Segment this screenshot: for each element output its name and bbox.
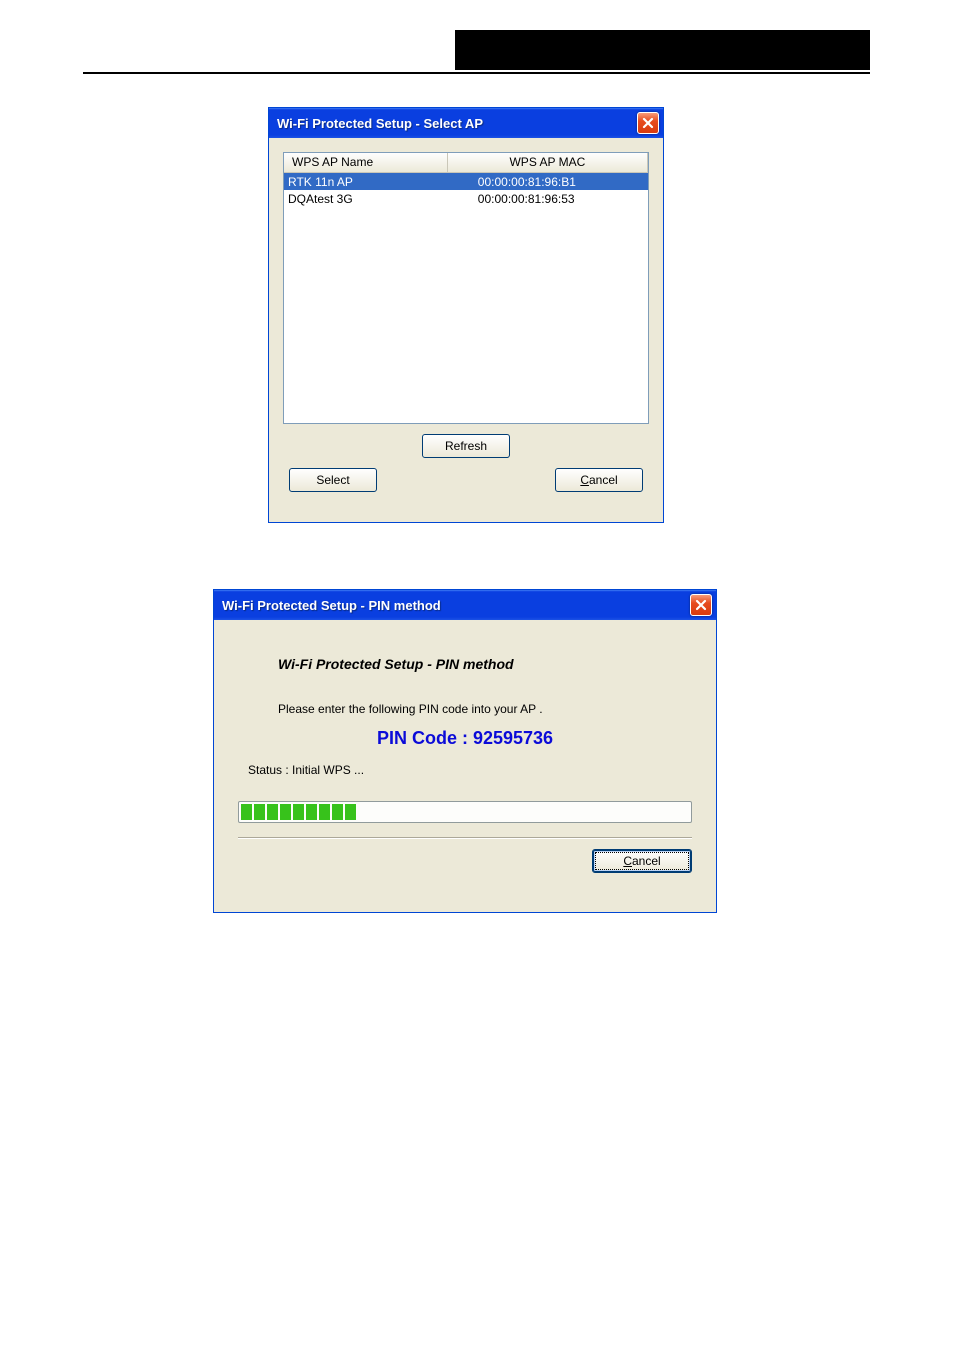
refresh-button[interactable]: Refresh xyxy=(422,434,510,458)
pin-method-titlebar[interactable]: Wi-Fi Protected Setup - PIN method xyxy=(214,590,716,620)
select-ap-titlebar[interactable]: Wi-Fi Protected Setup - Select AP xyxy=(269,108,663,138)
cancel-mnemonic: C xyxy=(580,473,589,487)
progress-block xyxy=(293,804,304,820)
pin-method-title: Wi-Fi Protected Setup - PIN method xyxy=(222,598,690,613)
ap-mac-cell: 00:00:00:81:96:53 xyxy=(448,192,648,206)
close-icon[interactable] xyxy=(637,112,659,134)
progress-block xyxy=(332,804,343,820)
pin-heading: Wi-Fi Protected Setup - PIN method xyxy=(278,656,692,672)
ap-list-rows: RTK 11n AP 00:00:00:81:96:B1 DQAtest 3G … xyxy=(284,173,648,423)
pin-instruction: Please enter the following PIN code into… xyxy=(278,702,692,716)
bottom-button-row: Select Cancel xyxy=(283,468,649,492)
progress-block xyxy=(319,804,330,820)
header-black-bar xyxy=(455,30,870,70)
progress-bar xyxy=(238,801,692,823)
ap-name-cell: RTK 11n AP xyxy=(284,175,448,189)
progress-block xyxy=(345,804,356,820)
progress-block xyxy=(254,804,265,820)
pin-code-value: PIN Code : 92595736 xyxy=(238,728,692,749)
progress-block xyxy=(306,804,317,820)
cancel-button[interactable]: Cancel xyxy=(592,849,692,873)
column-header-mac[interactable]: WPS AP MAC xyxy=(448,153,648,172)
pin-method-dialog: Wi-Fi Protected Setup - PIN method Wi-Fi… xyxy=(213,589,717,913)
select-ap-title: Wi-Fi Protected Setup - Select AP xyxy=(277,116,637,131)
header-underline xyxy=(83,72,870,74)
divider xyxy=(238,837,692,839)
select-ap-body: WPS AP Name WPS AP MAC RTK 11n AP 00:00:… xyxy=(269,138,663,522)
ap-mac-cell: 00:00:00:81:96:B1 xyxy=(448,175,648,189)
close-icon[interactable] xyxy=(690,594,712,616)
cancel-row: Cancel xyxy=(238,849,692,873)
refresh-row: Refresh xyxy=(283,434,649,458)
ap-list-header: WPS AP Name WPS AP MAC xyxy=(284,153,648,173)
cancel-rest: ancel xyxy=(632,854,661,868)
progress-block xyxy=(267,804,278,820)
table-row[interactable]: RTK 11n AP 00:00:00:81:96:B1 xyxy=(284,173,648,190)
cancel-rest: ancel xyxy=(589,473,618,487)
progress-block xyxy=(280,804,291,820)
table-row[interactable]: DQAtest 3G 00:00:00:81:96:53 xyxy=(284,190,648,207)
pin-method-body: Wi-Fi Protected Setup - PIN method Pleas… xyxy=(214,620,716,912)
select-ap-dialog: Wi-Fi Protected Setup - Select AP WPS AP… xyxy=(268,107,664,523)
cancel-button[interactable]: Cancel xyxy=(555,468,643,492)
select-button[interactable]: Select xyxy=(289,468,377,492)
status-text: Status : Initial WPS ... xyxy=(248,763,692,777)
progress-block xyxy=(241,804,252,820)
column-header-name[interactable]: WPS AP Name xyxy=(284,153,448,172)
cancel-mnemonic: C xyxy=(623,854,632,868)
ap-listbox[interactable]: WPS AP Name WPS AP MAC RTK 11n AP 00:00:… xyxy=(283,152,649,424)
ap-name-cell: DQAtest 3G xyxy=(284,192,448,206)
